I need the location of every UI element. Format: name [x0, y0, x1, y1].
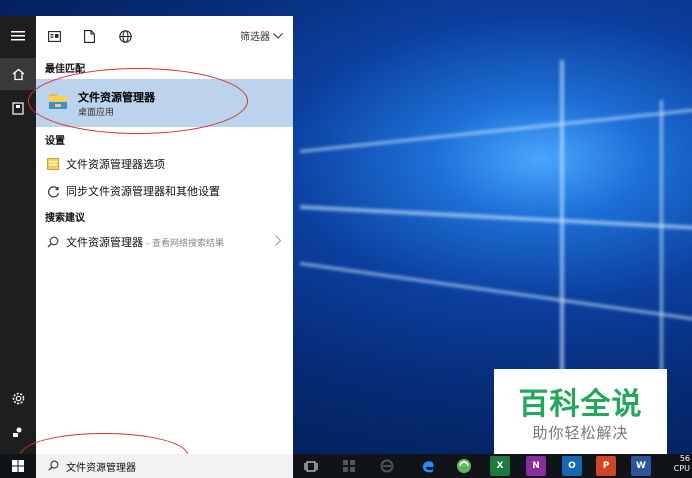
- settings-item-sync[interactable]: 同步文件资源管理器和其他设置: [36, 179, 293, 203]
- windows-start-icon[interactable]: [0, 454, 36, 478]
- annotation-ellipse-best-match: [28, 68, 248, 134]
- start-rail: [0, 16, 36, 454]
- apps-scope-icon[interactable]: [46, 28, 62, 44]
- onenote-icon[interactable]: N: [526, 456, 546, 476]
- web-suggestions-heading: 搜索建议: [45, 213, 85, 224]
- filter-label: 筛选器: [240, 32, 270, 43]
- ie-icon[interactable]: [377, 456, 397, 476]
- home-icon[interactable]: [0, 58, 36, 90]
- search-icon: [46, 235, 60, 249]
- word-icon[interactable]: W: [631, 456, 651, 476]
- settings-heading: 设置: [45, 136, 65, 147]
- outlook-icon[interactable]: O: [562, 456, 582, 476]
- settings-gear-icon[interactable]: [0, 382, 36, 414]
- sync-icon: [46, 184, 60, 198]
- web-scope-globe-icon[interactable]: [117, 28, 133, 44]
- chevron-right-icon: [275, 235, 282, 249]
- filter-dropdown[interactable]: 筛选器: [240, 28, 283, 43]
- watermark-logo: 百科全说 助你轻松解决: [494, 369, 667, 454]
- settings-item-explorer-options[interactable]: 文件资源管理器选项: [36, 152, 293, 176]
- powerpoint-icon[interactable]: P: [596, 456, 616, 476]
- store-icon[interactable]: [339, 456, 359, 476]
- explorer-options-icon: [46, 157, 60, 171]
- clock-bottom-text: CPU: [673, 464, 690, 473]
- excel-icon[interactable]: X: [490, 456, 510, 476]
- taskbar: 文件资源管理器 X N O P W 56 CPU: [0, 454, 692, 478]
- web-suggestion-suffix: - 查看网络搜索结果: [143, 239, 224, 249]
- panel-toolbar: 筛选器: [36, 16, 293, 56]
- browser-360-icon[interactable]: [454, 456, 474, 476]
- task-view-icon[interactable]: [301, 456, 321, 476]
- search-icon: [48, 460, 59, 474]
- watermark-main-text: 百科全说: [518, 387, 643, 422]
- system-tray-clock[interactable]: 56 CPU: [674, 454, 690, 474]
- clock-top-text: 56: [679, 454, 690, 463]
- settings-item-label: 同步文件资源管理器和其他设置: [66, 185, 220, 198]
- web-suggestion-query: 文件资源管理器: [66, 236, 143, 249]
- settings-item-label: 文件资源管理器选项: [66, 158, 165, 171]
- chevron-down-icon: [273, 32, 283, 39]
- documents-scope-icon[interactable]: [81, 28, 97, 44]
- watermark-sub-text: 助你轻松解决: [532, 424, 629, 442]
- web-suggestion-label: 文件资源管理器 - 查看网络搜索结果: [66, 234, 224, 250]
- search-query-text: 文件资源管理器: [66, 462, 136, 474]
- taskbar-search-box[interactable]: 文件资源管理器: [36, 454, 293, 478]
- hamburger-menu-icon[interactable]: [0, 20, 36, 52]
- edge-icon[interactable]: [418, 456, 438, 476]
- web-suggestion-item[interactable]: 文件资源管理器 - 查看网络搜索结果: [36, 230, 293, 254]
